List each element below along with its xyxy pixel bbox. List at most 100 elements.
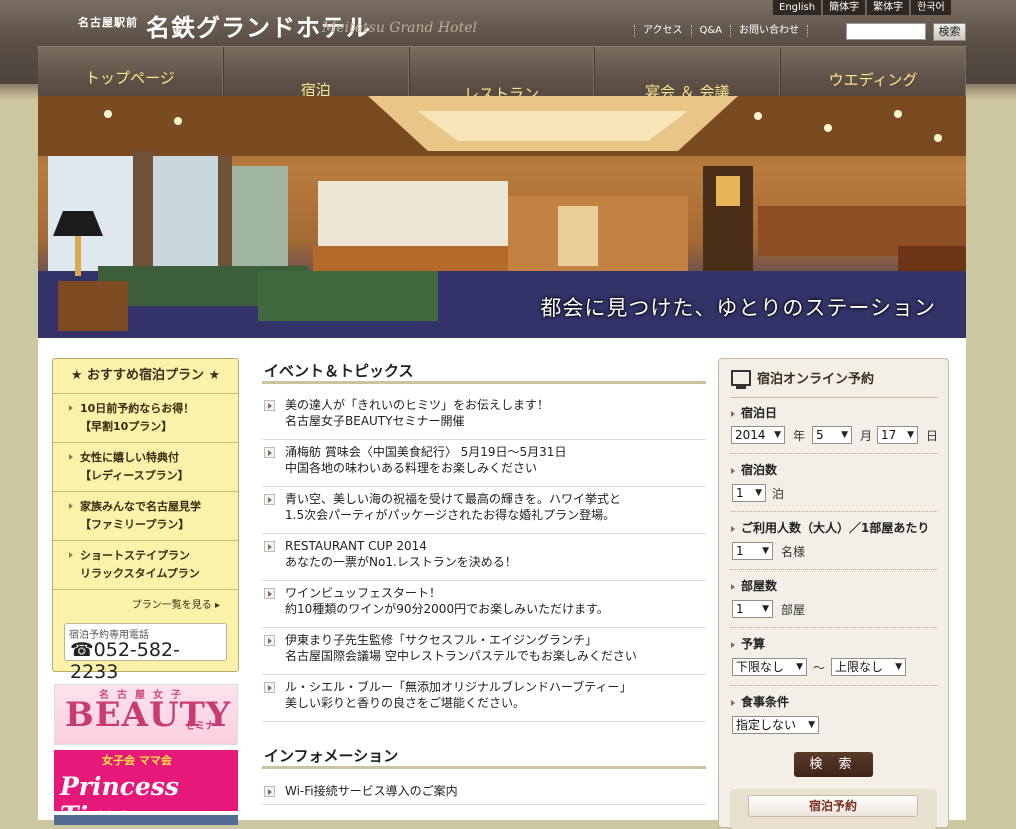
events-title: イベント＆トピックス [262,360,706,384]
day-select[interactable]: 17 [877,426,918,444]
news-line: あなたの一票がNo1.レストランを決める！ [285,555,517,569]
banner-title: Princess Time [60,772,179,811]
news-line: ル・シエル・ブルー「無添加オリジナルブレンドハーブティー」 [285,680,632,694]
divider [731,511,938,512]
news-line: 約10種類のワインが90分2000円でお楽しみいただけます。 [285,602,609,616]
budget-min-select[interactable]: 下限なし [732,658,807,676]
budget-max-select[interactable]: 上限なし [831,658,906,676]
arrow-bullet-icon [264,447,275,458]
computer-icon [731,370,751,389]
plan-item-family[interactable]: 家族みんなで名古屋見学 【ファミリープラン】 [53,492,238,541]
rooms-label: 部屋数 [731,577,777,594]
access-link[interactable]: アクセス [634,25,691,37]
divider [731,453,938,454]
arrow-bullet-icon [264,682,275,693]
hero-image: 都会に見つけた、ゆとりのステーション [38,96,966,338]
plan-list-link[interactable]: プラン一覧を見る ▸ [132,596,220,611]
plan-item-ladies[interactable]: 女性に嬉しい特典付 【レディースプラン】 [53,443,238,492]
news-line: 名古屋国際会議場 空中レストランパステルでもお楽しみください [285,649,637,663]
budget-separator: ～ [813,661,826,675]
plan-line: 家族みんなで名古屋見学 [80,500,201,513]
news-line: 美の達人が「きれいのヒミツ」をお伝えします！ [285,398,550,412]
brand-location: 名古屋駅前 [78,16,138,29]
news-line: 1.5次会パーティがパッケージされたお得な婚礼プラン登場。 [285,508,616,522]
news-line: 伊東まり子先生監修「サクセスフル・エイジングランチ」 [285,633,598,647]
beauty-seminar-banner[interactable]: 名古屋女子 BEAUTY セミナー [54,684,238,745]
divider [731,627,938,628]
meal-label: 食事条件 [731,693,789,710]
month-unit: 月 [860,429,873,443]
reserve-button[interactable]: 宿泊予約 [748,795,918,817]
chevron-right-icon: ▸ [214,600,220,611]
month-select[interactable]: 5 [812,426,852,444]
list-item[interactable]: 伊東まり子先生監修「サクセスフル・エイジングランチ」 名古屋国際会議場 空中レス… [262,628,706,675]
news-line: ワインビュッフェスタート！ [285,586,442,600]
plan-list-label: プラン一覧を見る [131,600,212,611]
events-list: 美の達人が「きれいのヒミツ」をお伝えします！ 名古屋女子BEAUTYセミナー開催… [262,393,706,722]
news-line: 涌梅舫 賞味会〈中国美食紀行〉 5月19日～5月31日 [285,445,567,459]
nights-label: 宿泊数 [731,461,777,478]
meal-select[interactable]: 指定しない [732,716,819,734]
plan-line: 女性に嬉しい特典付 [80,451,179,464]
list-item[interactable]: ル・シエル・ブルー「無添加オリジナルブレンドハーブティー」 美しい彩りと香りの良… [262,675,706,722]
contact-link[interactable]: お問い合わせ [730,25,809,37]
guests-unit: 名様 [781,545,806,559]
info-list: Wi-Fi接続サービス導入のご案内 [262,779,706,805]
lang-korean[interactable]: 한국어 [910,0,951,15]
arrow-bullet-icon [264,786,275,797]
rooms-select[interactable]: 1 [732,600,773,618]
hotel-logo-en: Meitetsu Grand Hotel [322,20,477,36]
news-line: 青い空、美しい海の祝福を受けて最高の輝きを。ハワイ挙式と [285,492,622,506]
news-line: 中国各地の味わいある料理をお楽しみください [285,461,538,475]
plan-line: リラックスタイムプラン [80,567,200,580]
year-select[interactable]: 2014 [731,426,785,444]
info-line: Wi-Fi接続サービス導入のご案内 [285,784,458,798]
list-item[interactable]: ワインビュッフェスタート！ 約10種類のワインが90分2000円でお楽しみいただ… [262,581,706,628]
divider [731,569,938,570]
rooms-unit: 部屋 [781,603,806,617]
hero-caption: 都会に見つけた、ゆとりのステーション [540,296,936,320]
utility-links: アクセス Q&A お問い合わせ [634,25,809,37]
lang-english[interactable]: English [772,0,822,15]
lang-traditional-chinese[interactable]: 繁体字 [866,0,910,15]
list-item[interactable]: 美の達人が「きれいのヒミツ」をお伝えします！ 名古屋女子BEAUTYセミナー開催 [262,393,706,440]
info-title: インフォメーション [262,745,706,769]
qa-link[interactable]: Q&A [690,25,731,37]
plan-item-early[interactable]: 10日前予約ならお得！ 【早割10プラン】 [53,394,238,443]
plan-line: 【早割10プラン】 [80,420,173,433]
plans-title: ★ おすすめ宿泊プラン ★ [53,359,238,394]
booking-title: 宿泊オンライン予約 [757,372,875,387]
booking-search-button[interactable]: 検 索 [794,752,873,777]
list-item[interactable]: 涌梅舫 賞味会〈中国美食紀行〉 5月19日～5月31日 中国各地の味わいある料理… [262,440,706,487]
list-item[interactable]: Wi-Fi接続サービス導入のご案内 [262,779,706,805]
recommended-plans: ★ おすすめ宿泊プラン ★ 10日前予約ならお得！ 【早割10プラン】 女性に嬉… [52,358,239,683]
third-banner[interactable] [54,815,238,825]
site-search-input[interactable] [846,23,926,40]
list-item[interactable]: RESTAURANT CUP 2014 あなたの一票がNo1.レストランを決める… [262,534,706,581]
arrow-bullet-icon [264,541,275,552]
site-search-button[interactable]: 検索 [933,23,966,41]
guests-select[interactable]: 1 [732,542,773,560]
day-unit: 日 [926,429,939,443]
arrow-bullet-icon [264,635,275,646]
princess-time-banner[interactable]: 女子会 ママ会 Princess Time [54,750,238,811]
lang-simplified-chinese[interactable]: 簡体字 [822,0,866,15]
booking-header: 宿泊オンライン予約 [731,367,938,398]
reserve-panel: 宿泊予約 [730,789,937,829]
plan-line: 10日前予約ならお得！ [80,402,195,415]
plan-item-short-stay[interactable]: ショートステイプラン リラックスタイムプラン [53,541,238,590]
arrow-bullet-icon [264,494,275,505]
guests-label: ご利用人数（大人）／1部屋あたり [731,519,929,536]
banner-subtitle: 女子会 ママ会 [102,754,172,767]
phone-number: ☎052-582-2233 [70,639,180,683]
online-booking: 宿泊オンライン予約 宿泊日 2014 年 5 月 17 日 宿泊数 1 泊 ご利… [718,358,949,829]
arrow-bullet-icon [264,400,275,411]
divider [731,685,938,686]
news-line: RESTAURANT CUP 2014 [285,539,427,553]
budget-label: 予算 [731,635,765,652]
nights-unit: 泊 [772,487,785,501]
list-item[interactable]: 青い空、美しい海の祝福を受けて最高の輝きを。ハワイ挙式と 1.5次会パーティがパ… [262,487,706,534]
year-unit: 年 [793,429,806,443]
plan-line: 【ファミリープラン】 [80,518,190,531]
nights-select[interactable]: 1 [732,484,766,502]
